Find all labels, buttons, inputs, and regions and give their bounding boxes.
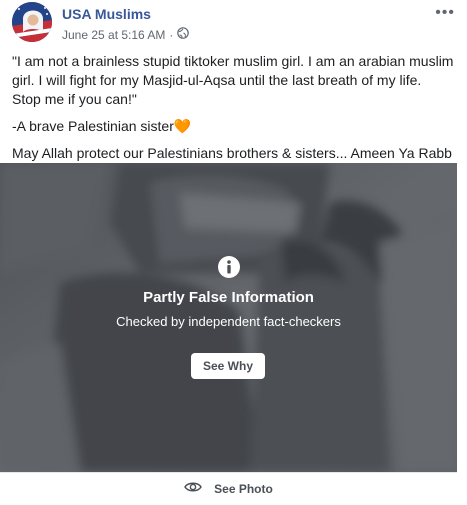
post-quote: "I am not a brainless stupid tiktoker mu… (12, 53, 454, 107)
right-margin (457, 163, 467, 504)
see-photo-button[interactable]: See Photo (0, 472, 457, 505)
fact-check-subtitle: Checked by independent fact-checkers (116, 314, 341, 329)
page-name-link[interactable]: USA Muslims (62, 6, 151, 22)
eye-icon (184, 480, 202, 498)
info-icon (217, 255, 241, 279)
post-options-icon[interactable]: ••• (435, 4, 455, 22)
post-timestamp[interactable]: June 25 at 5:16 AM (62, 28, 165, 42)
orange-heart-emoji: 🧡 (173, 118, 192, 134)
post-attribution: -A brave Palestinian sister🧡 (12, 118, 192, 134)
see-why-button[interactable]: See Why (191, 353, 265, 379)
fact-check-title: Partly False Information (143, 289, 314, 306)
post-meta: June 25 at 5:16 AM · (62, 27, 190, 42)
fact-check-media[interactable]: Partly False Information Checked by inde… (0, 163, 457, 472)
post-header: USA Muslims June 25 at 5:16 AM · ••• (0, 0, 467, 48)
see-photo-label: See Photo (214, 482, 273, 496)
globe-icon (177, 27, 190, 42)
page-avatar[interactable] (12, 2, 52, 42)
meta-separator: · (169, 27, 174, 42)
